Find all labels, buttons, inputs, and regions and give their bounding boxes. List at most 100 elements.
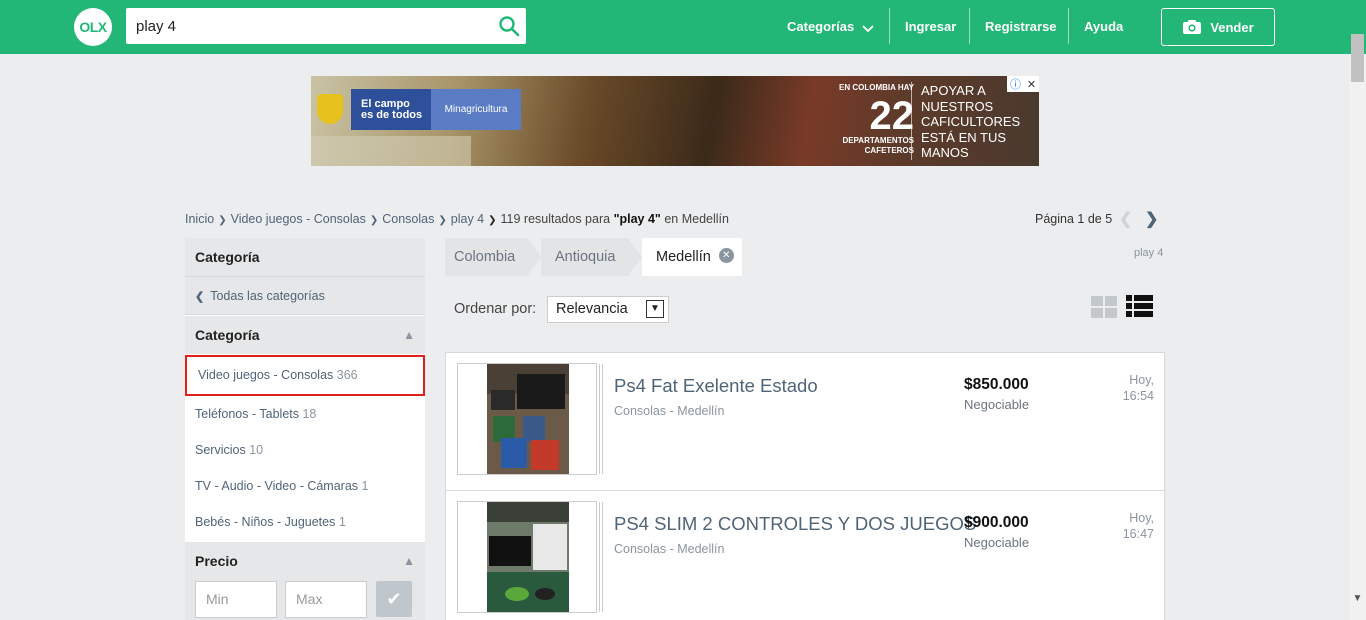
listing-date-day: Hoy, bbox=[1129, 511, 1154, 525]
ad-stat-bottom-line1: DEPARTAMENTOS bbox=[842, 136, 914, 145]
prev-page-icon[interactable]: ❮ bbox=[1119, 209, 1132, 229]
results-prefix: 119 resultados para bbox=[500, 212, 614, 226]
category-count: 18 bbox=[302, 407, 317, 421]
listing-date-day: Hoy, bbox=[1129, 373, 1154, 387]
category-count: 10 bbox=[249, 443, 264, 457]
chevron-left-icon: ❮ bbox=[195, 291, 205, 303]
search-icon[interactable] bbox=[498, 15, 520, 37]
categories-menu[interactable]: Categorías bbox=[787, 0, 874, 54]
chevron-right-icon: ❯ bbox=[369, 215, 379, 226]
category-count: 1 bbox=[361, 479, 369, 493]
olx-logo[interactable]: OLX bbox=[74, 8, 112, 46]
location-tab-state[interactable]: Antioquia bbox=[541, 238, 628, 276]
ad-banner[interactable]: El campo es de todos Minagricultura EN C… bbox=[311, 76, 1039, 166]
gov-logo-box: El campo es de todos Minagricultura bbox=[351, 89, 521, 130]
chevron-right-icon: ❯ bbox=[218, 215, 227, 226]
gov-slogan: El campo es de todos bbox=[351, 89, 431, 130]
listing-price-note: Negociable bbox=[964, 535, 1030, 550]
listing-title[interactable]: Ps4 Fat Exelente Estado bbox=[614, 375, 818, 397]
ad-divider bbox=[911, 82, 912, 160]
category-label: Servicios bbox=[195, 443, 246, 457]
listing-price: $900.000 bbox=[964, 514, 1029, 531]
listing-date: Hoy, 16:47 bbox=[1094, 511, 1154, 542]
category-label: Bebés - Niños - Juguetes bbox=[195, 515, 336, 529]
search-box bbox=[126, 8, 526, 44]
top-navbar: OLX Categorías Ingresar Registrarse Ayud… bbox=[0, 0, 1366, 54]
chevron-down-icon bbox=[862, 24, 874, 32]
category-section-label: Categoría bbox=[195, 327, 260, 343]
register-link[interactable]: Registrarse bbox=[985, 0, 1057, 54]
sort-selected-value: Relevancia bbox=[556, 301, 628, 317]
help-link[interactable]: Ayuda bbox=[1084, 0, 1123, 54]
query-tag: play 4 bbox=[1134, 247, 1164, 259]
scroll-down-icon[interactable]: ▼ bbox=[1349, 590, 1366, 607]
listing-row[interactable]: PS4 SLIM 2 CONTROLES Y DOS JUEGOS Consol… bbox=[446, 491, 1164, 620]
sell-button[interactable]: Vender bbox=[1161, 8, 1275, 46]
breadcrumb-home[interactable]: Inicio bbox=[185, 212, 214, 226]
nav-divider bbox=[1068, 8, 1069, 44]
category-heading: Categoría bbox=[185, 238, 425, 277]
ad-stat-bottom-line2: CAFETEROS bbox=[864, 146, 914, 155]
location-tab-city[interactable]: Medellín ✕ bbox=[642, 238, 742, 276]
ad-stat-top: EN COLOMBIA HAY bbox=[839, 83, 914, 92]
results-query: "play 4" bbox=[613, 212, 661, 226]
breadcrumb: Inicio ❯ Video juegos - Consolas ❯ Consolas ❯… bbox=[185, 212, 729, 226]
listing-photo bbox=[487, 364, 569, 474]
chevron-right-icon: ❯ bbox=[438, 215, 447, 226]
category-item-phones[interactable]: Teléfonos - Tablets 18 bbox=[185, 396, 425, 432]
sort-label: Ordenar por: bbox=[454, 301, 537, 317]
category-count: 1 bbox=[338, 515, 346, 529]
ad-decoration bbox=[311, 136, 471, 166]
next-page-icon[interactable]: ❯ bbox=[1145, 209, 1158, 229]
all-categories-link[interactable]: ❮ Todas las categorías bbox=[185, 277, 425, 315]
breadcrumb-videogames[interactable]: Video juegos - Consolas bbox=[231, 212, 366, 226]
scrollbar-thumb[interactable] bbox=[1351, 34, 1364, 82]
category-item-tv[interactable]: TV - Audio - Video - Cámaras 1 bbox=[185, 468, 425, 504]
listing-date-time: 16:54 bbox=[1122, 388, 1154, 403]
page-scrollbar[interactable]: ▲ ▼ bbox=[1349, 34, 1366, 620]
grid-view-icon[interactable] bbox=[1091, 296, 1117, 318]
category-item-services[interactable]: Servicios 10 bbox=[185, 432, 425, 468]
listing-thumbnail[interactable] bbox=[457, 363, 597, 475]
listing-price-note: Negociable bbox=[964, 397, 1030, 412]
chevron-right-icon: ❯ bbox=[488, 215, 497, 226]
category-label: Teléfonos - Tablets bbox=[195, 407, 299, 421]
adchoices-icon[interactable]: ⓘ ✕ bbox=[1007, 76, 1039, 92]
price-min-input[interactable]: Min bbox=[195, 581, 277, 618]
filters-sidebar: Categoría ❮ Todas las categorías Categorí… bbox=[185, 238, 425, 620]
login-link[interactable]: Ingresar bbox=[905, 0, 956, 54]
results-suffix: en Medellín bbox=[660, 212, 729, 226]
location-city-label: Medellín bbox=[656, 249, 711, 265]
listing-price: $850.000 bbox=[964, 376, 1029, 393]
listing-location: Consolas - Medellín bbox=[614, 404, 725, 418]
category-label: Video juegos - Consolas bbox=[198, 368, 334, 382]
sell-label: Vender bbox=[1210, 19, 1254, 35]
nav-divider bbox=[969, 8, 970, 44]
nav-divider bbox=[889, 8, 890, 44]
category-section-heading[interactable]: Categoría ▲ bbox=[185, 316, 425, 354]
listing-date: Hoy, 16:54 bbox=[1094, 373, 1154, 404]
camera-icon bbox=[1183, 20, 1202, 34]
ministry-label: Minagricultura bbox=[431, 89, 521, 130]
sort-select[interactable]: Relevancia ▼ bbox=[547, 296, 669, 323]
chevron-up-icon: ▲ bbox=[403, 328, 415, 342]
category-item-babies[interactable]: Bebés - Niños - Juguetes 1 bbox=[185, 504, 425, 540]
category-item-videogames[interactable]: Video juegos - Consolas 366 bbox=[185, 355, 425, 396]
ad-message: APOYAR A NUESTROS CAFICULTORES ESTÁ EN T… bbox=[921, 83, 1021, 160]
breadcrumb-query[interactable]: play 4 bbox=[451, 212, 484, 226]
search-input[interactable] bbox=[126, 8, 486, 44]
list-view-icon[interactable] bbox=[1126, 295, 1153, 318]
chevron-down-icon: ▼ bbox=[646, 300, 664, 318]
categories-label: Categorías bbox=[787, 19, 855, 34]
chevron-up-icon[interactable]: ▲ bbox=[403, 554, 415, 568]
listing-thumbnail[interactable] bbox=[457, 501, 597, 613]
ad-stat-bottom: DEPARTAMENTOS CAFETEROS bbox=[819, 136, 914, 156]
remove-filter-icon[interactable]: ✕ bbox=[718, 247, 734, 263]
location-separator bbox=[527, 238, 541, 276]
listing-title[interactable]: PS4 SLIM 2 CONTROLES Y DOS JUEGOS bbox=[614, 513, 976, 535]
breadcrumb-consoles[interactable]: Consolas bbox=[382, 212, 434, 226]
listing-row[interactable]: Ps4 Fat Exelente Estado Consolas - Medel… bbox=[446, 353, 1164, 491]
price-max-input[interactable]: Max bbox=[285, 581, 367, 618]
location-tab-country[interactable]: Colombia bbox=[445, 238, 527, 276]
price-apply-button[interactable]: ✔ bbox=[376, 581, 412, 617]
